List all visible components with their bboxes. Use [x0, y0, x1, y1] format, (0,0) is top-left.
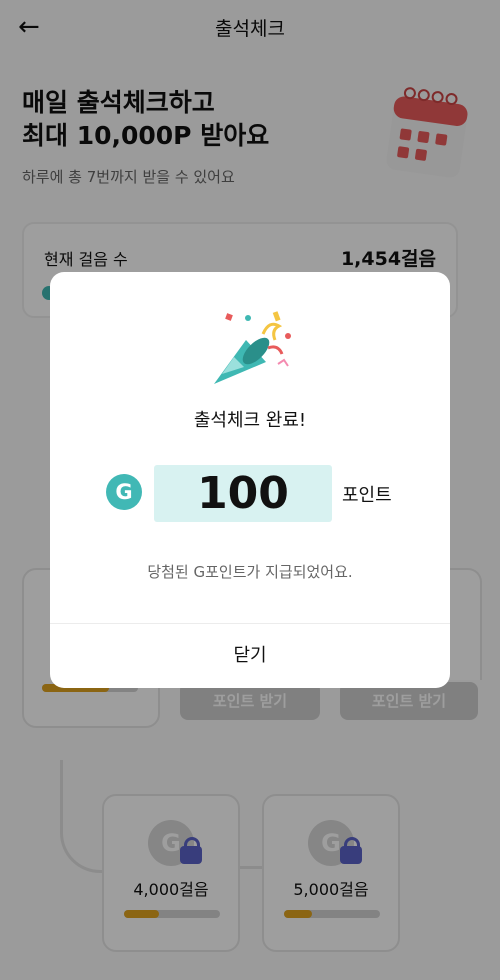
- points-value: 100: [154, 465, 332, 522]
- dialog-title: 출석체크 완료!: [193, 410, 307, 431]
- party-popper-icon: [214, 311, 291, 384]
- close-button[interactable]: 닫기: [50, 624, 450, 688]
- dialog-message: 당첨된 G포인트가 지급되었어요.: [147, 563, 353, 581]
- attendance-complete-dialog: 출석체크 완료! G 100 포인트 당첨된 G포인트가 지급되었어요. 닫기: [50, 272, 450, 688]
- points-unit: 포인트: [342, 485, 392, 506]
- g-point-badge-icon: G: [106, 474, 142, 510]
